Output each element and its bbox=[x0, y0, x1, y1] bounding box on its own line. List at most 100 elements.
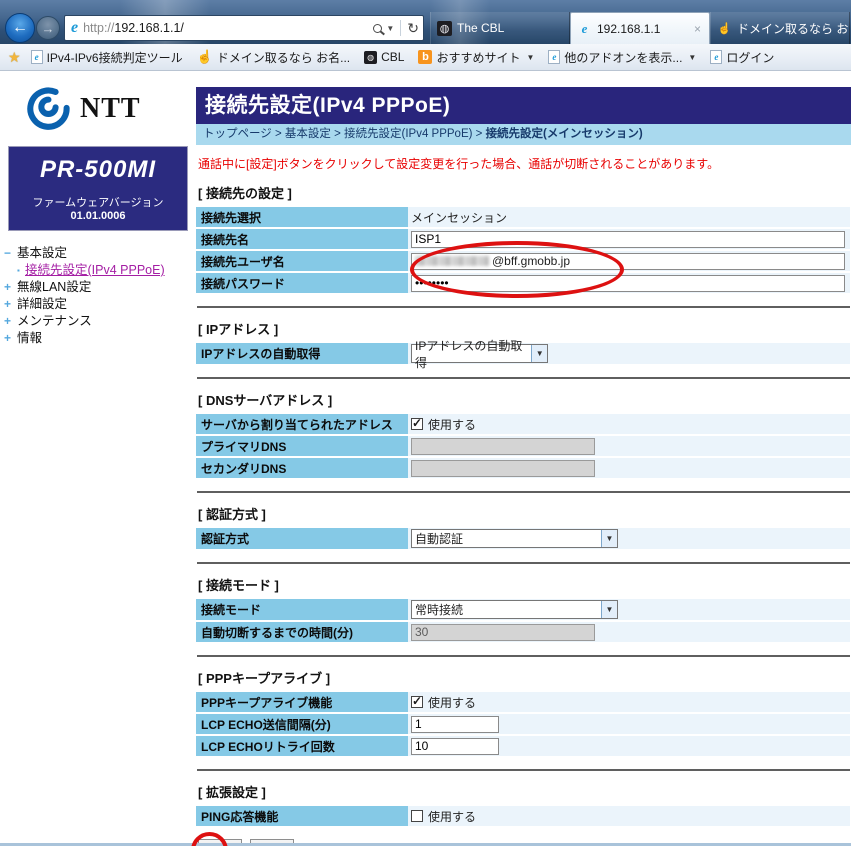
search-dropdown-icon[interactable]: ▼ bbox=[386, 24, 394, 33]
forward-button[interactable]: → bbox=[36, 16, 60, 40]
ppp-keepalive-checkbox[interactable] bbox=[411, 696, 423, 708]
tab-label: ドメイン取るなら お名前.... bbox=[737, 20, 850, 37]
lcp-echo-retry-input[interactable] bbox=[411, 738, 499, 755]
connection-mode-select[interactable]: 常時接続 ▼ bbox=[411, 600, 618, 619]
favorites-star-icon[interactable]: ★ bbox=[8, 49, 21, 66]
crumb-separator: > bbox=[272, 128, 285, 140]
dns-server-checkbox[interactable] bbox=[411, 418, 423, 430]
favorite-suggested-sites[interactable]: b おすすめサイト ▼ bbox=[414, 47, 538, 68]
breadcrumb: トップページ > 基本設定 > 接続先設定(IPv4 PPPoE) > 接続先設… bbox=[196, 124, 851, 145]
row-label: 自動切断するまでの時間(分) bbox=[196, 622, 408, 642]
section-ip-address: IPアドレスの自動取得 IPアドレスの自動取得 ▼ bbox=[196, 343, 851, 364]
chevron-down-icon[interactable]: ▼ bbox=[531, 345, 547, 362]
favorite-more-addons[interactable]: e 他のアドオンを表示... ▼ bbox=[544, 47, 700, 68]
section-heading-extended: [ 拡張設定 ] bbox=[198, 782, 851, 801]
divider bbox=[400, 20, 401, 36]
chevron-down-icon[interactable]: ▼ bbox=[601, 530, 617, 547]
address-bar[interactable]: e http://192.168.1.1/ ▼ ↻ bbox=[64, 15, 424, 41]
row-label: サーバから割り当てられたアドレス bbox=[196, 414, 408, 434]
username-input[interactable]: @bff.gmobb.jp bbox=[411, 253, 845, 270]
section-divider bbox=[197, 769, 850, 771]
crumb-basic-settings: 基本設定 bbox=[285, 128, 331, 140]
router-page: NTT PR-500MI ファームウェアバージョン 01.01.0006 基本設… bbox=[0, 71, 851, 843]
section-heading-connection: [ 接続先の設定 ] bbox=[198, 183, 851, 202]
crumb-top-page: トップページ bbox=[203, 128, 272, 140]
ip-auto-select[interactable]: IPアドレスの自動取得 ▼ bbox=[411, 344, 548, 363]
form-row: プライマリDNS bbox=[196, 436, 851, 456]
expand-icon[interactable] bbox=[4, 296, 17, 313]
section-auth: 認証方式 自動認証 ▼ bbox=[196, 528, 851, 549]
tab-label: The CBL bbox=[457, 21, 504, 35]
sidebar: NTT PR-500MI ファームウェアバージョン 01.01.0006 基本設… bbox=[0, 71, 196, 843]
expand-icon[interactable] bbox=[4, 313, 17, 330]
ie-page-icon: e bbox=[548, 50, 560, 64]
favorite-label: IPv4-IPv6接続判定ツール bbox=[47, 49, 183, 66]
section-connection-mode: 接続モード 常時接続 ▼ 自動切断するまでの時間(分) bbox=[196, 599, 851, 642]
form-row: サーバから割り当てられたアドレス 使用する bbox=[196, 414, 851, 434]
password-input[interactable] bbox=[411, 275, 845, 292]
menu-link-label[interactable]: 接続先設定(IPv4 PPPoE) bbox=[25, 262, 165, 279]
chevron-down-icon: ▼ bbox=[688, 53, 696, 62]
tab-label: 192.168.1.1 bbox=[597, 22, 660, 36]
ie-page-icon: e bbox=[710, 50, 722, 64]
auth-method-select[interactable]: 自動認証 ▼ bbox=[411, 529, 618, 548]
search-icon[interactable] bbox=[373, 24, 382, 33]
form-row: PPPキープアライブ機能 使用する bbox=[196, 692, 851, 712]
favorite-login[interactable]: e ログイン bbox=[706, 47, 778, 68]
section-heading-auth: [ 認証方式 ] bbox=[198, 504, 851, 523]
section-heading-ip-address: [ IPアドレス ] bbox=[198, 319, 851, 338]
ie-icon: e bbox=[71, 19, 78, 37]
tab-close-icon[interactable]: × bbox=[692, 22, 703, 36]
blurred-username-mask bbox=[415, 256, 489, 266]
page-title: 接続先設定(IPv4 PPPoE) bbox=[196, 87, 851, 124]
isp-name-input[interactable] bbox=[411, 231, 845, 248]
ntt-logo: NTT bbox=[26, 87, 196, 131]
secondary-dns-input bbox=[411, 460, 595, 477]
favorite-cbl[interactable]: ◍ CBL bbox=[360, 48, 408, 66]
menu-label: 情報 bbox=[17, 330, 42, 347]
sidebar-item-advanced-settings[interactable]: 詳細設定 bbox=[4, 296, 196, 313]
section-heading-ppp-keepalive: [ PPPキープアライブ ] bbox=[198, 668, 851, 687]
menu-label: 無線LAN設定 bbox=[17, 279, 91, 296]
hand-favicon-icon: ☝ bbox=[717, 21, 732, 36]
primary-dns-input bbox=[411, 438, 595, 455]
bullet-icon bbox=[17, 262, 25, 279]
cbl-favicon-icon: ◍ bbox=[437, 21, 452, 36]
sidebar-item-pppoe-settings[interactable]: 接続先設定(IPv4 PPPoE) bbox=[4, 262, 196, 279]
ping-response-checkbox[interactable] bbox=[411, 810, 423, 822]
favorite-label: ログイン bbox=[726, 49, 774, 66]
cbl-icon: ◍ bbox=[364, 51, 377, 64]
form-row: 接続先選択 メインセッション bbox=[196, 207, 851, 227]
browser-chrome: ← → e http://192.168.1.1/ ▼ ↻ ◍ The CBL … bbox=[0, 0, 851, 44]
back-button[interactable]: ← bbox=[5, 13, 35, 43]
expand-icon[interactable] bbox=[4, 279, 17, 296]
sidebar-item-maintenance[interactable]: メンテナンス bbox=[4, 313, 196, 330]
username-suffix: @bff.gmobb.jp bbox=[492, 254, 570, 268]
sidebar-item-basic-settings[interactable]: 基本設定 bbox=[4, 245, 196, 262]
menu-label: メンテナンス bbox=[17, 313, 92, 330]
expand-icon[interactable] bbox=[4, 330, 17, 347]
tab-onamae[interactable]: ☝ ドメイン取るなら お名前.... bbox=[710, 12, 850, 44]
row-label: セカンダリDNS bbox=[196, 458, 408, 478]
favorite-label: ドメイン取るなら お名... bbox=[217, 49, 350, 66]
ie-favicon-icon: e bbox=[577, 21, 592, 36]
url-scheme: http:// bbox=[83, 21, 114, 35]
tab-router-active[interactable]: e 192.168.1.1 × bbox=[570, 12, 710, 44]
form-row: 接続先名 bbox=[196, 229, 851, 249]
favorite-onamae[interactable]: ☝ ドメイン取るなら お名... bbox=[193, 47, 355, 68]
tab-the-cbl[interactable]: ◍ The CBL bbox=[430, 12, 570, 44]
model-name: PR-500MI bbox=[11, 156, 185, 184]
url-host: 192.168.1.1/ bbox=[114, 21, 184, 35]
lcp-echo-interval-input[interactable] bbox=[411, 716, 499, 733]
sidebar-item-wireless-lan[interactable]: 無線LAN設定 bbox=[4, 279, 196, 296]
refresh-icon[interactable]: ↻ bbox=[407, 20, 419, 37]
warning-text: 通話中に[設定]ボタンをクリックして設定変更を行った場合、通話が切断されることが… bbox=[198, 155, 851, 172]
collapse-icon[interactable] bbox=[4, 245, 17, 262]
favorite-ipv4-ipv6-tool[interactable]: e IPv4-IPv6接続判定ツール bbox=[27, 47, 187, 68]
crumb-separator: > bbox=[472, 128, 485, 140]
sidebar-item-information[interactable]: 情報 bbox=[4, 330, 196, 347]
session-value: メインセッション bbox=[408, 207, 850, 227]
suggested-sites-icon: b bbox=[418, 50, 432, 64]
address-url[interactable]: http://192.168.1.1/ bbox=[83, 21, 184, 35]
chevron-down-icon[interactable]: ▼ bbox=[601, 601, 617, 618]
